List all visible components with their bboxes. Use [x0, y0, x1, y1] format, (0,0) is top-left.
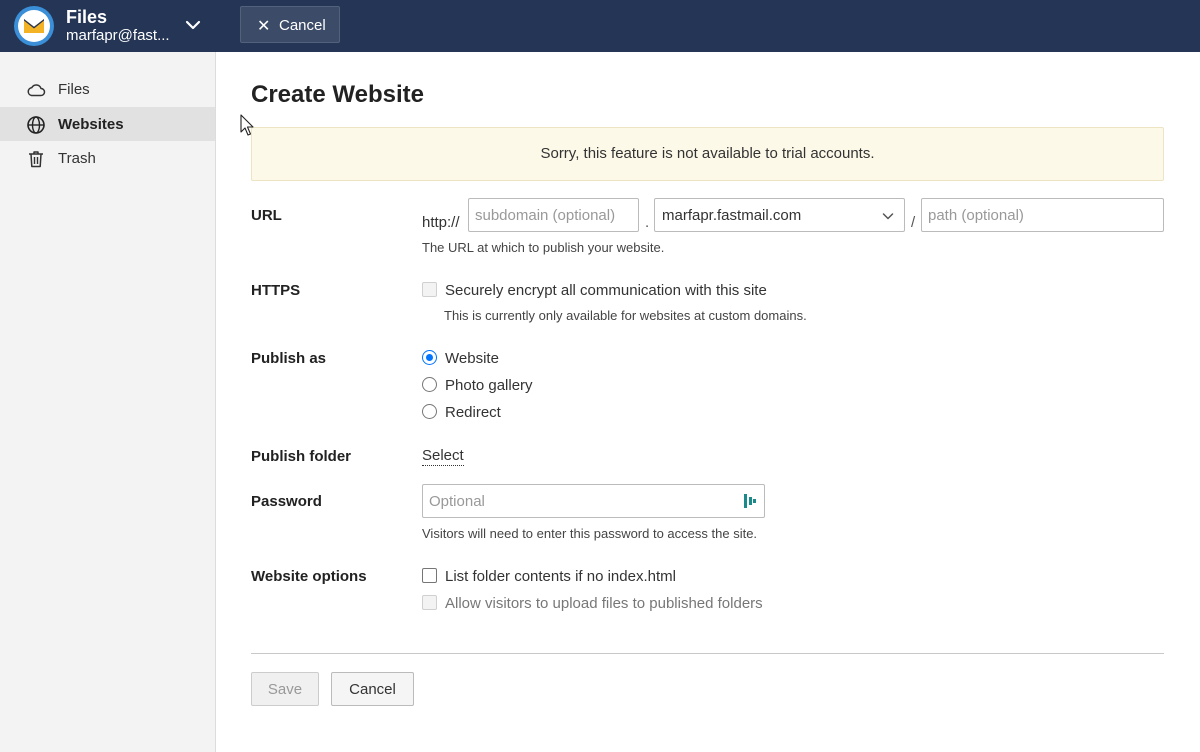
trash-icon: [29, 151, 43, 168]
top-cancel-button[interactable]: ✕ Cancel: [240, 6, 340, 43]
cloud-icon: [27, 84, 46, 97]
url-label: URL: [251, 207, 282, 224]
select-folder-link[interactable]: Select: [422, 447, 464, 466]
sidebar-item-files[interactable]: Files: [0, 72, 215, 106]
password-field: [422, 484, 765, 518]
sidebar-item-label: Files: [58, 81, 90, 98]
cancel-button[interactable]: Cancel: [331, 672, 414, 706]
password-manager-icon[interactable]: [743, 493, 757, 509]
fastmail-logo-icon: [14, 6, 54, 46]
website-options-label: Website options: [251, 568, 367, 585]
chevron-down-icon: [882, 213, 894, 220]
account-name: marfapr@fast...: [66, 27, 170, 44]
radio-redirect-label[interactable]: Redirect: [445, 404, 501, 421]
radio-website[interactable]: [422, 350, 437, 365]
page-title: Create Website: [251, 81, 424, 108]
sidebar-item-label: Trash: [58, 150, 96, 167]
domain-value: marfapr.fastmail.com: [662, 207, 802, 224]
app-title: Files: [66, 7, 108, 27]
password-label: Password: [251, 493, 322, 510]
radio-website-label[interactable]: Website: [445, 350, 499, 367]
allow-upload-label: Allow visitors to upload files to publis…: [445, 595, 763, 612]
radio-photo-gallery-label[interactable]: Photo gallery: [445, 377, 533, 394]
url-slash: /: [911, 214, 916, 231]
list-contents-checkbox[interactable]: [422, 568, 437, 583]
https-checkbox-label: Securely encrypt all communication with …: [445, 282, 767, 299]
domain-select[interactable]: marfapr.fastmail.com: [654, 198, 905, 232]
subdomain-input[interactable]: [468, 198, 639, 232]
divider: [251, 653, 1164, 654]
https-checkbox: [422, 282, 437, 297]
main-content: Create Website Sorry, this feature is no…: [217, 52, 1200, 752]
radio-photo-gallery[interactable]: [422, 377, 437, 392]
sidebar-item-trash[interactable]: Trash: [0, 141, 215, 175]
list-contents-label[interactable]: List folder contents if no index.html: [445, 568, 676, 585]
sidebar-item-websites[interactable]: Websites: [0, 107, 215, 141]
https-label: HTTPS: [251, 282, 301, 299]
trial-notice: Sorry, this feature is not available to …: [251, 127, 1164, 181]
close-icon: ✕: [257, 18, 271, 35]
password-help: Visitors will need to enter this passwor…: [422, 526, 758, 541]
save-button: Save: [251, 672, 319, 706]
publish-as-label: Publish as: [251, 350, 327, 367]
globe-icon: [27, 116, 45, 134]
sidebar: Files Websites Trash: [0, 52, 216, 752]
radio-redirect[interactable]: [422, 404, 437, 419]
top-cancel-label: Cancel: [279, 17, 326, 34]
https-help: This is currently only available for web…: [444, 308, 807, 323]
url-prefix: http://: [422, 214, 460, 231]
path-input[interactable]: [921, 198, 1164, 232]
url-dot: .: [645, 214, 650, 231]
top-bar: Files marfapr@fast... ✕ Cancel: [0, 0, 1200, 52]
password-input[interactable]: [422, 484, 765, 518]
sidebar-item-label: Websites: [58, 116, 124, 133]
mouse-cursor-icon: [240, 114, 254, 136]
allow-upload-checkbox: [422, 595, 437, 610]
notice-text: Sorry, this feature is not available to …: [540, 145, 875, 162]
url-help: The URL at which to publish your website…: [422, 240, 665, 255]
publish-folder-label: Publish folder: [251, 448, 352, 465]
chevron-down-icon[interactable]: [184, 16, 202, 34]
